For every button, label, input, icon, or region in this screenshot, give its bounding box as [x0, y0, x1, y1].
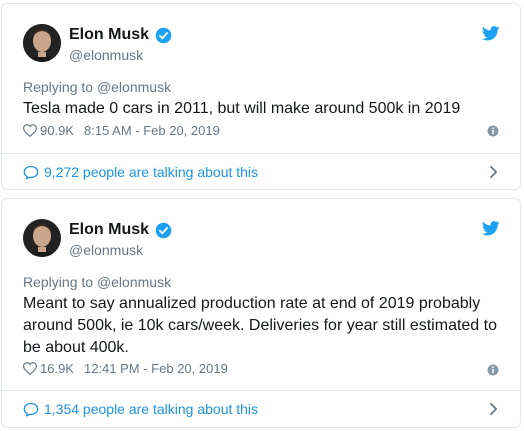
tweet-text: Tesla made 0 cars in 2011, but will make…	[23, 100, 461, 117]
talking-count[interactable]: 1,354 people are talking about this	[44, 401, 258, 417]
tweet-card[interactable]: Elon Musk @elonmusk Replying to @elonmus…	[1, 3, 521, 190]
info-icon[interactable]	[487, 125, 499, 137]
author-name-row: Elon Musk	[69, 26, 172, 44]
author-name[interactable]: Elon Musk	[69, 26, 149, 44]
timestamp-link[interactable]: 12:41 PM - Feb 20, 2019	[84, 361, 228, 376]
author-handle[interactable]: @elonmusk	[69, 47, 143, 63]
avatar[interactable]	[23, 219, 61, 257]
speech-bubble-icon	[23, 402, 39, 417]
divider	[2, 390, 520, 391]
reply-mention-link[interactable]: @elonmusk	[97, 274, 171, 290]
author-handle[interactable]: @elonmusk	[69, 242, 143, 258]
reply-prefix: Replying to	[23, 79, 97, 95]
speech-bubble-icon	[23, 165, 39, 179]
reply-mention-link[interactable]: @elonmusk	[97, 79, 171, 95]
heart-icon[interactable]	[23, 362, 37, 375]
verified-badge-icon	[155, 222, 172, 238]
talking-count[interactable]: 9,272 people are talking about this	[44, 164, 258, 180]
avatar-image	[23, 24, 61, 62]
avatar-image	[23, 219, 61, 257]
author-name[interactable]: Elon Musk	[69, 221, 149, 239]
verified-badge-icon	[155, 27, 172, 43]
twitter-bird-icon[interactable]	[482, 221, 500, 236]
chevron-right-icon[interactable]	[489, 165, 498, 179]
reply-prefix: Replying to	[23, 274, 97, 290]
conversation-link[interactable]: 9,272 people are talking about this	[23, 164, 258, 180]
avatar[interactable]	[23, 24, 61, 62]
tweet-meta: 16.9K 12:41 PM - Feb 20, 2019	[23, 361, 228, 376]
like-count[interactable]: 90.9K	[40, 123, 74, 138]
tweet-text: Meant to say annualized production rate …	[23, 295, 497, 356]
twitter-bird-icon[interactable]	[482, 26, 500, 41]
like-count[interactable]: 16.9K	[40, 361, 74, 376]
heart-icon[interactable]	[23, 124, 37, 137]
conversation-link[interactable]: 1,354 people are talking about this	[23, 401, 258, 417]
tweet-meta: 90.9K 8:15 AM - Feb 20, 2019	[23, 123, 220, 138]
chevron-right-icon[interactable]	[489, 402, 498, 416]
divider	[2, 153, 520, 154]
reply-context: Replying to @elonmusk	[23, 274, 171, 290]
timestamp-link[interactable]: 8:15 AM - Feb 20, 2019	[84, 123, 220, 138]
info-icon[interactable]	[487, 364, 499, 376]
author-name-row: Elon Musk	[69, 221, 172, 239]
tweet-card[interactable]: Elon Musk @elonmusk Replying to @elonmus…	[1, 198, 521, 428]
reply-context: Replying to @elonmusk	[23, 79, 171, 95]
